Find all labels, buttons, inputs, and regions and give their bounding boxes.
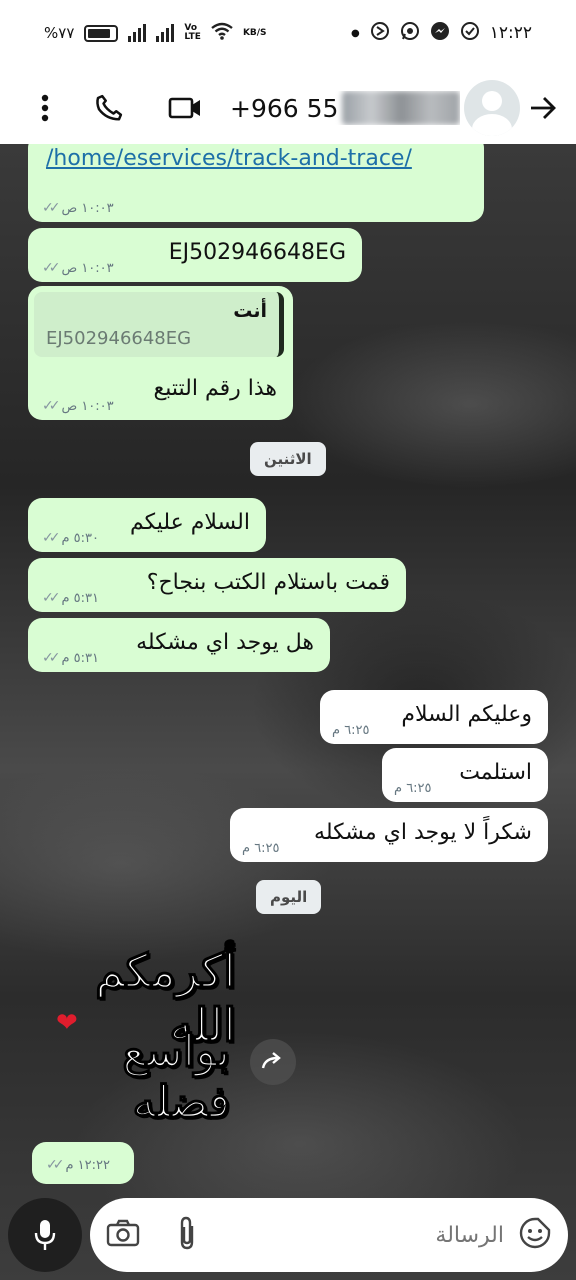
message-input-bar[interactable] [90, 1198, 568, 1272]
message-text: شكراً لا يوجد اي مشكله [314, 820, 532, 845]
quote-text: EJ502946648EG [46, 328, 192, 349]
sticker-meta-bubble: ✓✓ ١٢:٢٢ م [32, 1142, 134, 1184]
whatsapp-icon [400, 21, 420, 45]
read-ticks-icon: ✓✓ [42, 530, 61, 546]
video-call-icon[interactable] [162, 85, 208, 131]
message-text: استلمت [459, 760, 532, 785]
avatar[interactable] [464, 80, 520, 136]
contact-name[interactable]: +966 55 [230, 91, 460, 125]
quote-author: أنت [233, 300, 267, 322]
battery-icon [84, 24, 119, 42]
messenger-icon [430, 21, 450, 45]
message-bubble[interactable]: /home/eservices/track-and-trace/ ✓✓ ١٠:٠… [28, 144, 484, 222]
read-ticks-icon: ✓✓ [42, 650, 61, 666]
read-ticks-icon: ✓✓ [42, 590, 61, 606]
message-time: ١٠:٠٣ ص [61, 260, 114, 276]
message-text: EJ502946648EG [168, 240, 346, 265]
message-meta: ✓✓ ١٢:٢٢ م [46, 1157, 110, 1173]
chat-area[interactable]: /home/eservices/track-and-trace/ ✓✓ ١٠:٠… [0, 144, 576, 1280]
message-meta: ✓✓ ٥:٣١ م [42, 590, 99, 606]
message-time: ٦:٢٥ م [394, 781, 432, 796]
phone-icon[interactable] [86, 85, 132, 131]
message-meta: ✓✓ ٥:٣٠ م [42, 530, 99, 546]
emoji-icon[interactable] [518, 1216, 552, 1254]
redacted-name [342, 91, 460, 125]
clock: ١٢:٢٢ [489, 23, 532, 43]
message-meta: ✓✓ ١٠:٠٣ ص [42, 200, 114, 216]
read-ticks-icon: ✓✓ [42, 398, 61, 414]
message-time: ٦:٢٥ م [332, 723, 370, 738]
message-meta: ٦:٢٥ م [242, 841, 280, 856]
message-time: ٥:٣٠ م [61, 530, 99, 546]
message-time: ٦:٢٥ م [242, 841, 280, 856]
battery-percent: %٧٧ [44, 24, 75, 42]
status-bar: %٧٧ Vo LTE KB/S ● ١٢:٢٢ [0, 0, 576, 72]
message-meta: ✓✓ ١٠:٠٣ ص [42, 398, 114, 414]
dot-icon: ● [351, 27, 360, 39]
message-meta: ✓✓ ١٠:٠٣ ص [42, 260, 114, 276]
message-time: ١٠:٠٣ ص [61, 200, 114, 216]
message-text: قمت باستلام الكتب بنجاح؟ [146, 570, 390, 595]
wifi-icon [211, 22, 233, 45]
sticker-message[interactable]: أكرمكم الله ❤ بواسع فضله [26, 943, 237, 1129]
message-bubble[interactable]: هل يوجد اي مشكله ✓✓ ٥:٣١ م [28, 618, 330, 672]
attach-icon[interactable] [176, 1216, 198, 1254]
signal-icon [128, 24, 147, 42]
camera-icon[interactable] [106, 1219, 140, 1251]
message-time: ١٠:٠٣ ص [61, 398, 114, 414]
message-bubble-incoming[interactable]: استلمت ٦:٢٥ م [382, 748, 548, 802]
message-link[interactable]: /home/eservices/track-and-trace/ [46, 146, 412, 171]
message-text: هذا رقم التتبع [153, 376, 277, 401]
message-bubble-incoming[interactable]: شكراً لا يوجد اي مشكله ٦:٢٥ م [230, 808, 548, 862]
message-bubble[interactable]: السلام عليكم ✓✓ ٥:٣٠ م [28, 498, 266, 552]
mic-icon [34, 1220, 56, 1250]
back-arrow-icon[interactable] [520, 85, 566, 131]
date-divider: اليوم [256, 880, 322, 914]
message-meta: ✓✓ ٥:٣١ م [42, 650, 99, 666]
message-bubble[interactable]: قمت باستلام الكتب بنجاح؟ ✓✓ ٥:٣١ م [28, 558, 406, 612]
more-vert-icon[interactable] [22, 85, 68, 131]
sticker-text-line2: بواسع فضله [122, 1025, 231, 1129]
volte-icon: Vo LTE [184, 23, 201, 42]
message-bubble[interactable]: أنت EJ502946648EG هذا رقم التتبع ✓✓ ١٠:٠… [28, 286, 293, 420]
signal-icon-2 [156, 24, 175, 42]
whatsapp-business-icon [460, 21, 480, 45]
read-ticks-icon: ✓✓ [42, 260, 61, 276]
status-right: ● ١٢:٢٢ [351, 21, 532, 45]
quoted-message[interactable]: أنت EJ502946648EG [34, 292, 284, 357]
message-text: السلام عليكم [129, 510, 250, 535]
status-left: %٧٧ Vo LTE KB/S [44, 22, 267, 45]
chat-header: +966 55 [0, 72, 576, 144]
message-time: ٥:٣١ م [61, 650, 99, 666]
message-bubble-incoming[interactable]: وعليكم السلام ٦:٢٥ م [320, 690, 548, 744]
sync-icon [370, 21, 390, 45]
message-meta: ٦:٢٥ م [394, 781, 432, 796]
message-bubble[interactable]: EJ502946648EG ✓✓ ١٠:٠٣ ص [28, 228, 362, 282]
read-ticks-icon: ✓✓ [42, 200, 61, 216]
forward-icon[interactable] [250, 1039, 296, 1085]
date-divider: الاثنين [250, 442, 326, 476]
read-ticks-icon: ✓✓ [46, 1157, 65, 1173]
contact-number: +966 55 [230, 93, 339, 123]
message-input[interactable] [198, 1222, 518, 1248]
message-time: ٥:٣١ م [61, 590, 99, 606]
message-meta: ٦:٢٥ م [332, 723, 370, 738]
mic-button[interactable] [8, 1198, 82, 1272]
message-text: وعليكم السلام [401, 702, 532, 727]
speed-label: KB/S [242, 27, 267, 38]
message-text: هل يوجد اي مشكله [136, 630, 314, 655]
message-time: ١٢:٢٢ م [65, 1157, 110, 1173]
